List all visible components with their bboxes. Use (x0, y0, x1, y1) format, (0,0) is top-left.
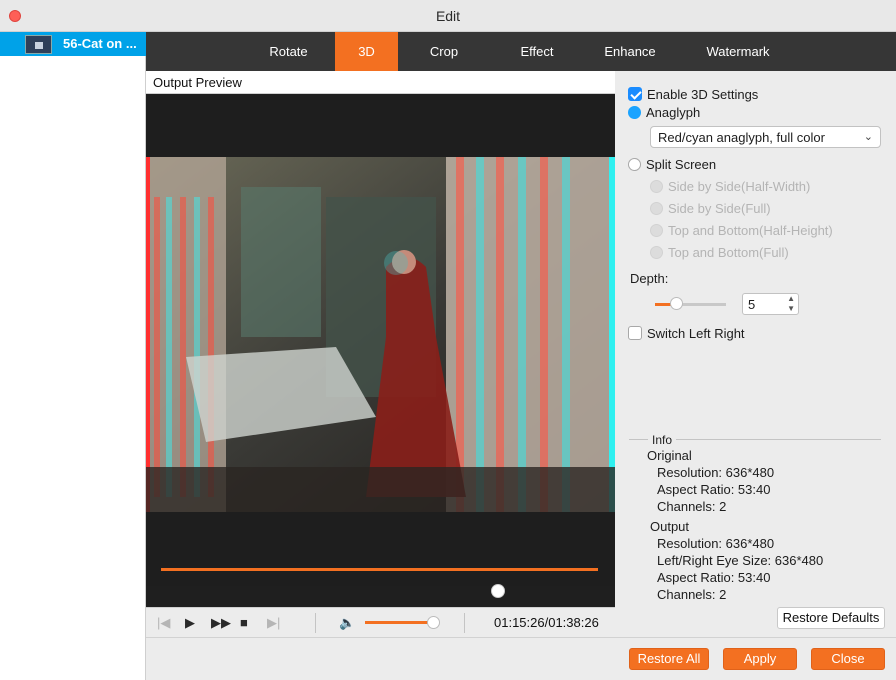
timecode: 01:15:26/01:38:26 (494, 615, 599, 630)
output-eye-size: Left/Right Eye Size: 636*480 (657, 553, 824, 568)
seek-handle[interactable] (491, 584, 505, 598)
enable-3d-row[interactable]: Enable 3D Settings (628, 87, 758, 102)
skip-forward-icon[interactable]: ▶| (267, 615, 280, 631)
tab-effect[interactable]: Effect (498, 32, 576, 71)
restore-all-button[interactable]: Restore All (629, 648, 709, 670)
split-option-top-full: Top and Bottom(Full) (650, 245, 789, 260)
skip-back-icon[interactable]: |◀ (157, 615, 170, 631)
split-screen-label: Split Screen (646, 157, 717, 172)
split-option-side-full: Side by Side(Full) (650, 201, 771, 216)
anaglyph-mode-value: Red/cyan anaglyph, full color (658, 130, 825, 145)
stepper-arrows-icon[interactable]: ▲ ▼ (787, 294, 795, 314)
edit-tab-bar: Rotate 3D Crop Effect Enhance Watermark (146, 32, 896, 71)
depth-value: 5 (748, 297, 756, 312)
depth-stepper[interactable]: 5 ▲ ▼ (742, 293, 799, 315)
volume-icon[interactable]: 🔈 (339, 615, 355, 631)
video-area (146, 94, 615, 586)
anaglyph-row[interactable]: Anaglyph (628, 105, 700, 120)
file-name: 56-Cat on ... (63, 36, 137, 51)
original-channels: Channels: 2 (657, 499, 727, 514)
output-resolution: Resolution: 636*480 (657, 536, 775, 551)
output-channels: Channels: 2 (657, 587, 727, 602)
bottom-action-bar: Restore All Apply Close (146, 637, 896, 680)
volume-slider[interactable] (365, 621, 435, 624)
depth-label: Depth: (630, 271, 669, 286)
play-icon[interactable]: ▶ (185, 615, 195, 631)
enable-3d-checkbox[interactable] (628, 87, 642, 101)
original-aspect: Aspect Ratio: 53:40 (657, 482, 771, 497)
switch-left-right-checkbox[interactable] (628, 326, 642, 340)
tab-rotate[interactable]: Rotate (251, 32, 326, 71)
split-screen-radio[interactable] (628, 158, 641, 171)
file-list: 56-Cat on ... (0, 32, 146, 680)
original-heading: Original (647, 448, 692, 463)
output-preview-label: Output Preview (146, 71, 615, 94)
tab-3d[interactable]: 3D (335, 32, 398, 71)
stop-icon[interactable]: ■ (240, 615, 248, 630)
switch-left-right-row[interactable]: Switch Left Right (628, 326, 745, 341)
split-screen-row[interactable]: Split Screen (628, 157, 716, 172)
anaglyph-mode-select[interactable]: Red/cyan anaglyph, full color ⌄ (650, 126, 881, 148)
original-resolution: Resolution: 636*480 (657, 465, 775, 480)
playback-controls: |◀ ▶ ▶▶ ■ ▶| 🔈 01:15:26/01:38:26 (146, 607, 615, 637)
tab-enhance[interactable]: Enhance (590, 32, 670, 71)
split-option-side-half: Side by Side(Half-Width) (650, 179, 810, 194)
anaglyph-radio[interactable] (628, 106, 641, 119)
restore-defaults-button[interactable]: Restore Defaults (777, 607, 885, 629)
tab-crop[interactable]: Crop (406, 32, 482, 71)
file-list-item[interactable]: 56-Cat on ... (0, 32, 146, 56)
chevron-down-icon: ⌄ (863, 131, 873, 143)
seek-bar[interactable] (161, 568, 598, 571)
video-frame (146, 157, 615, 512)
info-title: Info (648, 433, 677, 447)
switch-left-right-label: Switch Left Right (647, 326, 745, 341)
anaglyph-label: Anaglyph (646, 105, 701, 120)
close-button[interactable]: Close (811, 648, 885, 670)
apply-button[interactable]: Apply (723, 648, 797, 670)
output-aspect: Aspect Ratio: 53:40 (657, 570, 771, 585)
output-heading: Output (650, 519, 690, 534)
video-thumbnail (25, 35, 52, 54)
output-preview-panel: Output Preview (146, 71, 615, 637)
title-bar: Edit (0, 0, 896, 32)
depth-slider-handle[interactable] (670, 297, 683, 310)
enable-3d-label: Enable 3D Settings (647, 87, 759, 102)
split-option-top-half: Top and Bottom(Half-Height) (650, 223, 833, 238)
volume-handle[interactable] (427, 616, 440, 629)
tab-watermark[interactable]: Watermark (688, 32, 788, 71)
anaglyph-video-image (146, 157, 615, 512)
fast-forward-icon[interactable]: ▶▶ (211, 615, 231, 631)
3d-settings-panel: Enable 3D Settings Anaglyph Red/cyan ana… (615, 71, 896, 637)
window-title: Edit (435, 8, 461, 24)
